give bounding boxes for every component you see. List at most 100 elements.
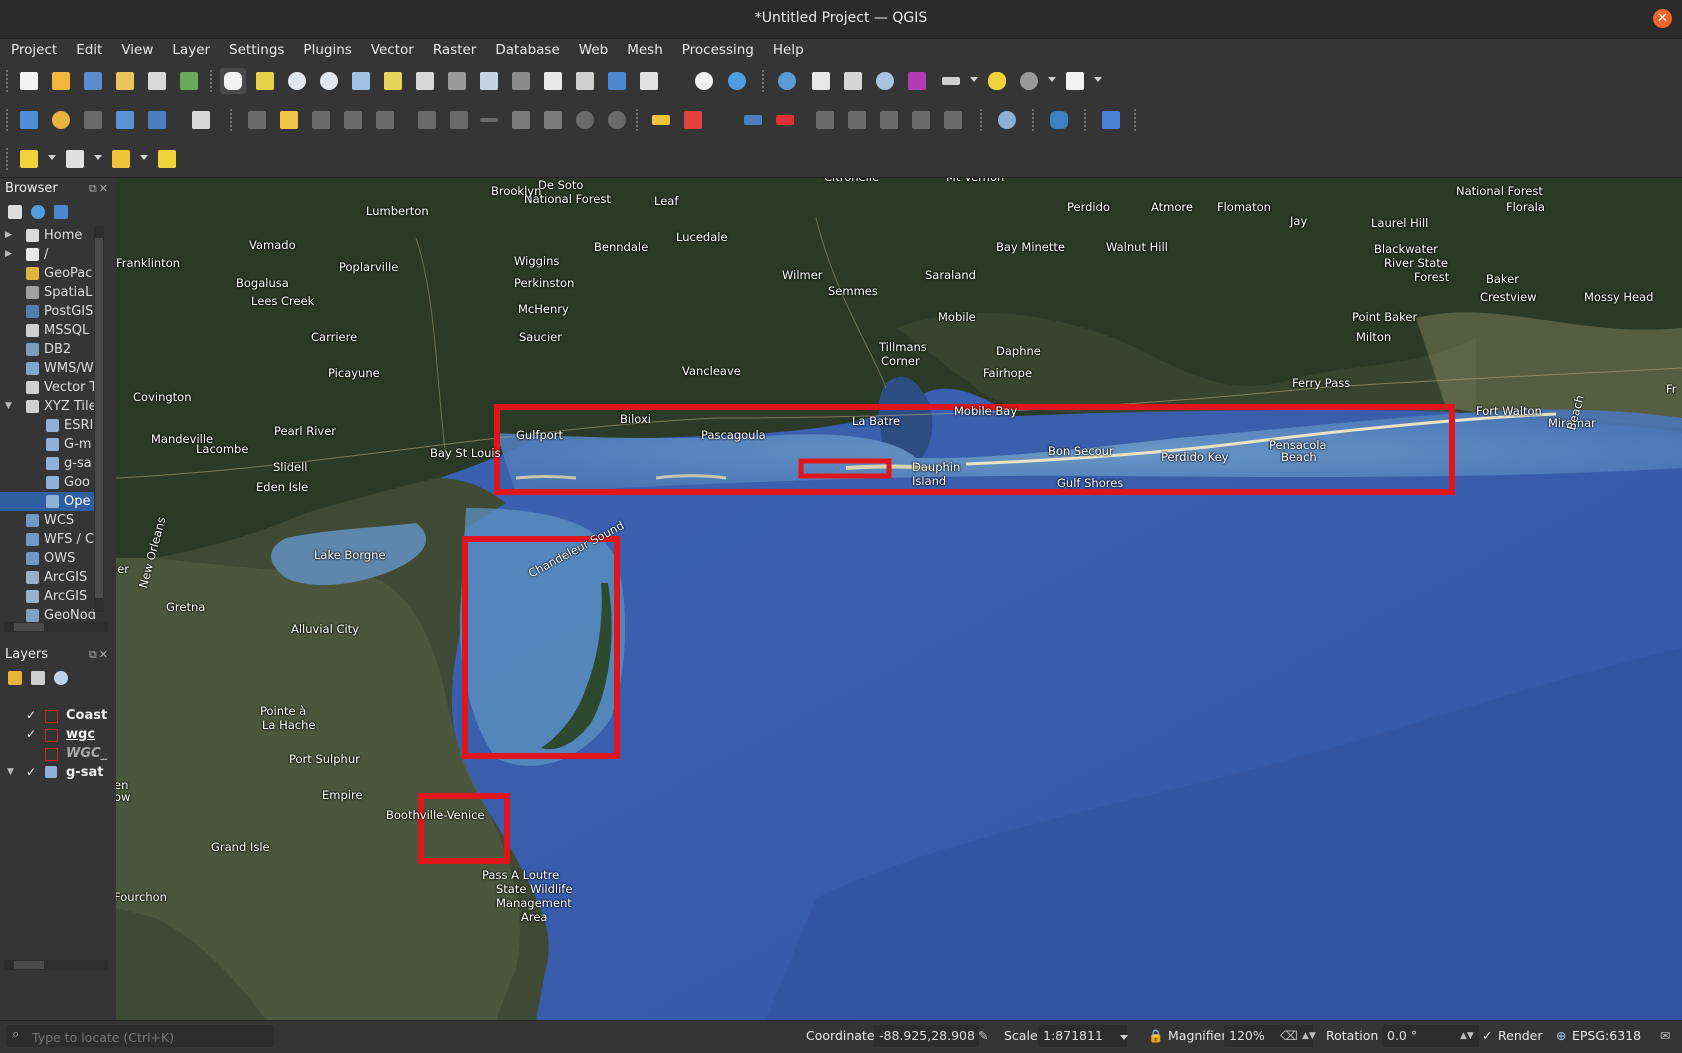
new-print-layout-button[interactable]: [112, 68, 138, 94]
menu-edit[interactable]: Edit: [73, 39, 110, 61]
magnifier-spin-icon[interactable]: ▲▼: [1302, 1025, 1316, 1047]
zoom-next-button[interactable]: [508, 68, 534, 94]
browser-item[interactable]: PostGIS: [0, 302, 96, 321]
browser-horizontal-scrollbar[interactable]: [4, 622, 108, 632]
field-calculator-button[interactable]: [840, 68, 866, 94]
browser-item[interactable]: Goo: [0, 473, 96, 492]
menu-settings[interactable]: Settings: [226, 39, 292, 61]
browser-item[interactable]: ▶ Home: [0, 226, 96, 245]
expanded-arrow-icon[interactable]: ▼: [7, 763, 14, 782]
toolbar-grip[interactable]: [6, 148, 12, 170]
current-edits-button[interactable]: [244, 107, 270, 133]
map-tips-button[interactable]: [984, 68, 1010, 94]
refresh-icon[interactable]: [31, 204, 45, 219]
zoom-last-button[interactable]: [476, 68, 502, 94]
change-label-button[interactable]: [876, 107, 902, 133]
layer-item[interactable]: ✓ wgc: [0, 725, 108, 744]
deselect-dropdown[interactable]: [140, 155, 148, 160]
select-by-value-button[interactable]: [62, 146, 88, 172]
layers-horizontal-scrollbar[interactable]: [4, 960, 108, 970]
layer-visibility-checkbox[interactable]: ✓: [26, 763, 36, 782]
clear-magnifier-icon[interactable]: ⌫: [1280, 1025, 1298, 1047]
panel-float-close-buttons[interactable]: ⧉✕: [89, 182, 110, 196]
magnifier-field[interactable]: 120%: [1224, 1025, 1313, 1047]
menu-mesh[interactable]: Mesh: [624, 39, 671, 61]
menu-raster[interactable]: Raster: [430, 39, 485, 61]
expanded-arrow-icon[interactable]: ▼: [5, 397, 12, 416]
diagram-button[interactable]: [680, 107, 706, 133]
refresh-button[interactable]: [724, 68, 750, 94]
menu-vector[interactable]: Vector: [368, 39, 422, 61]
scrollbar-thumb[interactable]: [14, 623, 44, 631]
toolbar-grip[interactable]: [6, 70, 12, 92]
toolbar-grip[interactable]: [762, 70, 768, 92]
filter-icon[interactable]: [54, 204, 68, 219]
collapsed-arrow-icon[interactable]: ▶: [5, 245, 12, 264]
menu-view[interactable]: View: [118, 39, 161, 61]
select-value-dropdown[interactable]: [94, 155, 102, 160]
collapsed-arrow-icon[interactable]: ▶: [5, 226, 12, 245]
browser-item[interactable]: SpatiaL: [0, 283, 96, 302]
layout-manager-button[interactable]: [144, 68, 170, 94]
menu-web[interactable]: Web: [576, 39, 616, 61]
move-label-button[interactable]: [812, 107, 838, 133]
new-map-view-button[interactable]: [540, 68, 566, 94]
paste-features-button[interactable]: [540, 107, 566, 133]
add-vertex-button[interactable]: [80, 107, 106, 133]
add-selected-layers-icon[interactable]: [8, 204, 22, 219]
crs-button[interactable]: EPSG:6318: [1572, 1025, 1641, 1047]
identify-features-button[interactable]: [774, 68, 800, 94]
rotate-label-button[interactable]: [844, 107, 870, 133]
extents-toggle-icon[interactable]: ✎: [978, 1025, 988, 1047]
browser-vertical-scrollbar[interactable]: [94, 226, 104, 612]
save-edits-button[interactable]: [308, 107, 334, 133]
add-group-icon[interactable]: [31, 670, 45, 685]
cut-features-button[interactable]: [476, 107, 502, 133]
processing-toolbox-button[interactable]: [872, 68, 898, 94]
select-dropdown[interactable]: [48, 155, 56, 160]
select-features-button[interactable]: [16, 146, 42, 172]
plugin-globe-button[interactable]: [994, 107, 1020, 133]
new-bookmark-button[interactable]: [604, 68, 630, 94]
deselect-all-button[interactable]: [108, 146, 134, 172]
locate-input[interactable]: [30, 1027, 272, 1047]
attribute-table-button[interactable]: [808, 68, 834, 94]
open-project-button[interactable]: [48, 68, 74, 94]
label-toolbar-button[interactable]: [648, 107, 674, 133]
style-layer-icon[interactable]: [8, 670, 22, 685]
browser-item[interactable]: ▶ /: [0, 245, 96, 264]
toolbar-grip[interactable]: [6, 109, 12, 131]
label-props-button[interactable]: [908, 107, 934, 133]
browser-item[interactable]: Vector T: [0, 378, 96, 397]
decorations-button[interactable]: [1016, 68, 1042, 94]
vertex-tool-button[interactable]: [372, 107, 398, 133]
help-button[interactable]: [1098, 107, 1124, 133]
browser-item[interactable]: MSSQL: [0, 321, 96, 340]
label-callout-button[interactable]: [940, 107, 966, 133]
pan-map-button[interactable]: [220, 68, 246, 94]
zoom-full-button[interactable]: [348, 68, 374, 94]
undo-button[interactable]: [572, 107, 598, 133]
show-bookmarks-button[interactable]: [636, 68, 662, 94]
toolbar-grip[interactable]: [1134, 109, 1140, 131]
new-project-button[interactable]: [16, 68, 42, 94]
scrollbar-thumb[interactable]: [95, 238, 103, 598]
show-hide-labels-button[interactable]: [772, 107, 798, 133]
browser-item[interactable]: g-sa: [0, 454, 96, 473]
pin-labels-button[interactable]: [740, 107, 766, 133]
annotation-dropdown[interactable]: [1094, 77, 1102, 82]
statistical-summary-button[interactable]: [904, 68, 930, 94]
menu-processing[interactable]: Processing: [679, 39, 762, 61]
new-layer-button[interactable]: [48, 107, 74, 133]
layer-visibility-checkbox[interactable]: ✓: [26, 725, 36, 744]
rotation-spin-icon[interactable]: ▲▼: [1460, 1025, 1474, 1047]
menu-layer[interactable]: Layer: [169, 39, 218, 61]
scale-field[interactable]: 1:871811: [1038, 1025, 1127, 1047]
decorations-dropdown[interactable]: [1048, 77, 1056, 82]
redo-button[interactable]: [604, 107, 630, 133]
zoom-native-button[interactable]: [444, 68, 470, 94]
lock-scale-icon[interactable]: 🔒: [1148, 1025, 1164, 1047]
copy-features-button[interactable]: [508, 107, 534, 133]
menu-plugins[interactable]: Plugins: [300, 39, 359, 61]
browser-item[interactable]: WMS/W: [0, 359, 96, 378]
